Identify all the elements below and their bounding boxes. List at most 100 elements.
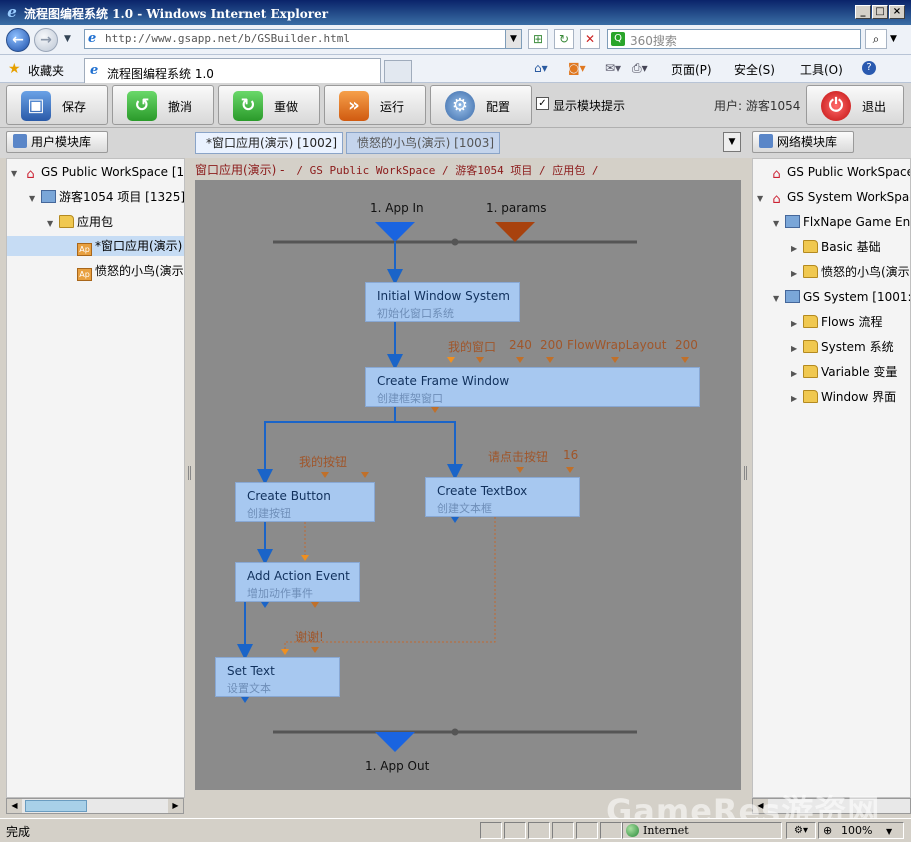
splitter-grip[interactable] <box>744 466 747 480</box>
user-library-button[interactable]: 用户模块库 <box>6 131 108 153</box>
forward-icon[interactable]: → <box>34 28 58 52</box>
maximize-icon[interactable]: □ <box>872 5 888 19</box>
search-icon[interactable]: ⌕ <box>865 29 887 49</box>
left-horizontal-scrollbar[interactable]: ◀ ▶ <box>6 798 184 814</box>
param-textbox-text[interactable]: 请点击按钮 <box>488 448 548 465</box>
stop-icon[interactable]: ✕ <box>580 29 600 49</box>
history-dropdown-icon[interactable]: ▼ <box>64 34 71 44</box>
run-button[interactable]: » 运行 <box>324 85 426 125</box>
security-zone[interactable]: Internet <box>622 822 782 839</box>
browser-tab[interactable]: e 流程图编程系统 1.0 <box>84 58 381 83</box>
app-in-port-icon[interactable] <box>375 222 415 242</box>
node-set-text[interactable]: Set Text 设置文本 <box>215 657 340 697</box>
zoom-dropdown-icon[interactable]: ▼ <box>886 827 892 836</box>
collapse-icon[interactable]: ▼ <box>47 214 57 234</box>
show-hints-checkbox[interactable]: ✓ <box>536 97 549 110</box>
breadcrumb-path[interactable]: / GS Public WorkSpace / 游客1054 项目 / 应用包 … <box>296 164 598 177</box>
mail-icon[interactable]: ✉▾ <box>605 61 621 75</box>
tree-node-public-workspace[interactable]: ⌂ GS Public WorkSpace <box>757 162 910 182</box>
node-create-button[interactable]: Create Button 创建按钮 <box>235 482 375 522</box>
refresh-icon[interactable]: ↻ <box>554 29 574 49</box>
tab-angry-birds[interactable]: 愤怒的小鸟(演示) [1003] <box>346 132 500 154</box>
new-tab-button[interactable] <box>384 60 412 83</box>
search-options-icon[interactable]: ▼ <box>890 34 897 44</box>
params-port-icon[interactable] <box>495 222 535 242</box>
node-add-action-event[interactable]: Add Action Event 增加动作事件 <box>235 562 360 602</box>
left-splitter[interactable] <box>186 158 194 798</box>
scroll-right-icon[interactable]: ▶ <box>168 799 183 813</box>
search-field[interactable]: Q 360搜索 <box>607 29 861 49</box>
undo-button[interactable]: ↺ 撤消 <box>112 85 214 125</box>
scroll-left-icon[interactable]: ◀ <box>7 799 22 813</box>
right-splitter[interactable] <box>742 158 750 798</box>
tree-node-system-workspace[interactable]: ▼ ⌂ GS System WorkSpac <box>757 187 910 209</box>
node-create-textbox[interactable]: Create TextBox 创建文本框 <box>425 477 580 517</box>
tree-node-window[interactable]: ▶ Window 界面 <box>791 387 896 407</box>
tree-node-variable[interactable]: ▶ Variable 变量 <box>791 362 897 382</box>
scroll-thumb[interactable] <box>25 800 87 812</box>
collapse-icon[interactable]: ▼ <box>757 189 767 209</box>
tree-node-guest-project[interactable]: ▼ 游客1054 项目 [1325] <box>29 187 184 209</box>
collapse-icon[interactable]: ▼ <box>773 214 783 234</box>
tree-node-gs-system[interactable]: ▼ GS System [1001: <box>773 287 910 309</box>
tab-list-dropdown-icon[interactable]: ▼ <box>723 132 741 152</box>
expand-icon[interactable]: ▶ <box>791 239 801 259</box>
feeds-icon[interactable]: ◙▾ <box>568 61 586 75</box>
expand-icon[interactable]: ▶ <box>791 364 801 384</box>
collapse-icon[interactable]: ▼ <box>773 289 783 309</box>
close-icon[interactable]: × <box>889 5 905 19</box>
breadcrumb-current[interactable]: 窗口应用(演示) - <box>195 163 285 177</box>
window-title: 流程图编程系统 1.0 - Windows Internet Explorer <box>24 7 329 21</box>
tree-node-basic[interactable]: ▶ Basic 基础 <box>791 237 881 257</box>
url-dropdown-icon[interactable]: ▼ <box>505 30 521 48</box>
expand-icon[interactable]: ▶ <box>791 339 801 359</box>
param-button-label[interactable]: 我的按钮 <box>299 453 347 470</box>
param-height[interactable]: 200 <box>540 338 563 352</box>
save-button[interactable]: ▣ 保存 <box>6 85 108 125</box>
tree-node-angry-birds[interactable]: Ap 愤怒的小鸟(演示) <box>65 261 184 281</box>
app-out-port-icon[interactable] <box>375 732 415 752</box>
tools-menu[interactable]: 工具(O) <box>800 61 843 78</box>
tab-window-app[interactable]: *窗口应用(演示) [1002] <box>195 132 343 154</box>
home-icon[interactable]: ⌂▾ <box>534 61 548 75</box>
safety-menu[interactable]: 安全(S) <box>734 61 775 78</box>
print-icon[interactable]: ⎙▾ <box>632 61 648 76</box>
expand-icon[interactable]: ▶ <box>791 314 801 334</box>
help-icon[interactable]: ? <box>862 61 876 75</box>
splitter-grip[interactable] <box>188 466 191 480</box>
protected-mode-icon[interactable]: ⚙▾ <box>786 822 816 839</box>
zoom-control[interactable]: ⊕ 100% ▼ <box>818 822 904 839</box>
param-width[interactable]: 240 <box>509 338 532 352</box>
favorites-button[interactable]: 收藏夹 <box>28 62 64 79</box>
tree-node-app-package[interactable]: ▼ 应用包 <box>47 212 113 232</box>
page-menu[interactable]: 页面(P) <box>671 61 712 78</box>
compat-icon[interactable]: ⊞ <box>528 29 548 49</box>
tree-node-window-app[interactable]: Ap *窗口应用(演示) <box>7 236 184 256</box>
collapse-icon[interactable]: ▼ <box>11 164 21 184</box>
expand-icon[interactable]: ▶ <box>791 389 801 409</box>
redo-button[interactable]: ↻ 重做 <box>218 85 320 125</box>
tree-node-flows[interactable]: ▶ Flows 流程 <box>791 312 882 332</box>
expand-icon[interactable]: ▶ <box>791 264 801 284</box>
node-create-frame-window[interactable]: Create Frame Window 创建框架窗口 <box>365 367 700 407</box>
address-bar-row: ← → ▼ e http://www.gsapp.net/b/GSBuilder… <box>0 25 911 55</box>
param-settext-value[interactable]: 谢谢! <box>295 628 324 645</box>
url-field[interactable]: e http://www.gsapp.net/b/GSBuilder.html … <box>84 29 522 49</box>
collapse-icon[interactable]: ▼ <box>29 189 39 209</box>
tree-node-flxnape[interactable]: ▼ FlxNape Game Eng <box>773 212 910 234</box>
status-cell <box>504 822 526 839</box>
tree-node-angry-birds-lib[interactable]: ▶ 愤怒的小鸟(演示 <box>791 262 910 282</box>
param-textbox-size[interactable]: 16 <box>563 448 578 462</box>
config-button[interactable]: ⚙ 配置 <box>430 85 532 125</box>
tree-node-system[interactable]: ▶ System 系统 <box>791 337 894 357</box>
network-library-button[interactable]: 网络模块库 <box>752 131 854 153</box>
flow-canvas[interactable]: 1. App In 1. params 1. App Out Initial W… <box>195 180 741 790</box>
back-icon[interactable]: ← <box>6 28 30 52</box>
tree-node-public-workspace[interactable]: ▼ ⌂ GS Public WorkSpace [10 <box>11 162 184 184</box>
minimize-icon[interactable]: _ <box>855 5 871 19</box>
param-gap[interactable]: 200 <box>675 338 698 352</box>
param-window-name[interactable]: 我的窗口 <box>448 338 496 355</box>
param-layout[interactable]: FlowWrapLayout <box>567 338 666 352</box>
logout-button[interactable]: ⏻ 退出 <box>806 85 904 125</box>
node-initial-window-system[interactable]: Initial Window System 初始化窗口系统 <box>365 282 520 322</box>
